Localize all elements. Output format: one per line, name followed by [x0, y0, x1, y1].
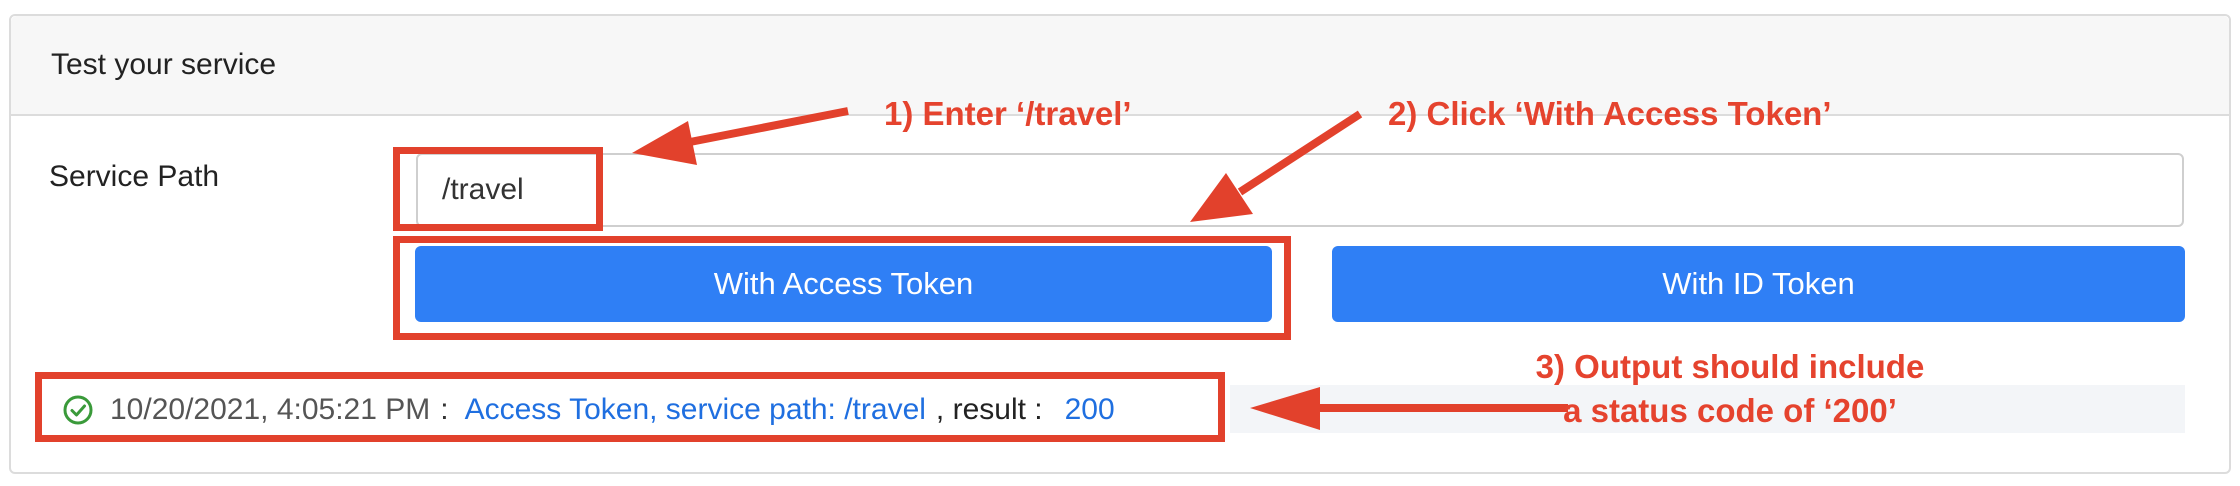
annotation-step3: 3) Output should include a status code o… [1480, 345, 1980, 433]
service-path-label: Service Path [49, 160, 220, 193]
annotation-step2: 2) Click ‘With Access Token’ [1388, 95, 1832, 132]
service-path-input[interactable] [416, 153, 2184, 227]
annotation-step3-line2: a status code of ‘200’ [1563, 392, 1897, 429]
annotation-box-result [35, 372, 1225, 442]
card-title: Test your service [51, 48, 277, 81]
annotation-step3-line1: 3) Output should include [1535, 348, 1925, 385]
with-id-token-button[interactable]: With ID Token [1332, 246, 2185, 322]
annotation-box-input [393, 147, 603, 231]
annotation-step1: 1) Enter ‘/travel’ [884, 95, 1132, 132]
annotation-box-button [393, 236, 1291, 340]
